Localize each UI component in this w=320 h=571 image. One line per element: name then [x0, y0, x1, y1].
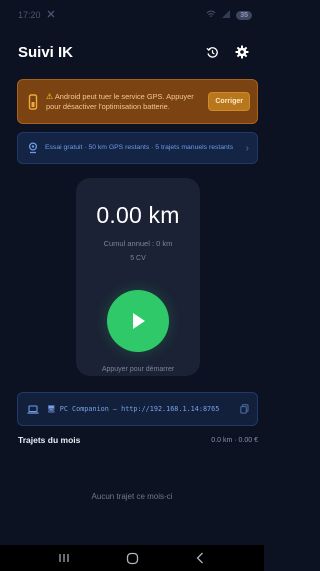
trial-message: Essai gratuit · 50 km GPS restants · 5 t…: [45, 144, 234, 152]
status-time: 17:20: [18, 10, 41, 20]
gear-icon: [235, 45, 249, 59]
back-icon: [196, 552, 203, 564]
pc-companion-banner[interactable]: 🖥 PC Companion — http://192.168.1.14:876…: [17, 392, 258, 426]
companion-url: 🖥 PC Companion — http://192.168.1.14:876…: [47, 404, 232, 414]
system-navigation-bar: [0, 545, 264, 571]
back-button[interactable]: [190, 551, 210, 565]
empty-trips-message: Aucun trajet ce mois-ci: [91, 492, 173, 501]
history-button[interactable]: [204, 44, 220, 60]
fix-button[interactable]: Corriger: [208, 92, 250, 111]
distance-value: 0.00 km: [96, 202, 180, 228]
status-bar: 17:20 35: [0, 0, 264, 30]
wifi-icon: [206, 10, 216, 20]
laptop-icon: [27, 404, 39, 414]
play-icon: [133, 313, 145, 329]
fiscal-power: 5 CV: [130, 255, 146, 262]
battery-optimization-warning[interactable]: ⚠ Android peut tuer le service GPS. Appu…: [17, 79, 258, 124]
trial-banner[interactable]: Essai gratuit · 50 km GPS restants · 5 t…: [17, 132, 258, 164]
phone-battery-icon: [28, 93, 38, 110]
settings-button[interactable]: [234, 44, 250, 60]
recents-icon: [59, 554, 69, 562]
companion-url-text: PC Companion — http://192.168.1.14:8765: [59, 405, 220, 413]
home-button[interactable]: [122, 551, 142, 565]
start-hint: Appuyer pour démarrer: [101, 366, 175, 373]
month-summary: 0.0 km · 0.00 €: [211, 436, 258, 444]
desktop-icon: 🖥: [47, 405, 56, 413]
annual-total: Cumul annuel : 0 km: [103, 239, 173, 248]
start-tracking-button[interactable]: [107, 290, 169, 352]
tracker-card: 0.00 km Cumul annuel : 0 km 5 CV Appuyer…: [76, 178, 200, 376]
warning-triangle-icon: ⚠: [46, 91, 54, 101]
history-icon: [206, 46, 218, 58]
home-icon: [126, 552, 138, 564]
chevron-right-icon: ›: [245, 142, 249, 154]
copy-icon[interactable]: [240, 404, 249, 414]
battery-indicator: 35: [236, 10, 252, 20]
app-title: Suivi IK: [18, 43, 74, 61]
recents-button[interactable]: [54, 551, 74, 565]
signal-icon: [221, 10, 231, 20]
notification-x-icon: [47, 10, 55, 20]
month-header: Trajets du mois 0.0 km · 0.00 €: [18, 433, 258, 447]
app-bar: Suivi IK: [0, 38, 264, 66]
gps-pin-icon: [28, 142, 38, 154]
warning-message-block: ⚠ Android peut tuer le service GPS. Appu…: [46, 92, 200, 112]
warning-message: Android peut tuer le service GPS. Appuye…: [46, 91, 194, 111]
month-title: Trajets du mois: [18, 435, 81, 445]
